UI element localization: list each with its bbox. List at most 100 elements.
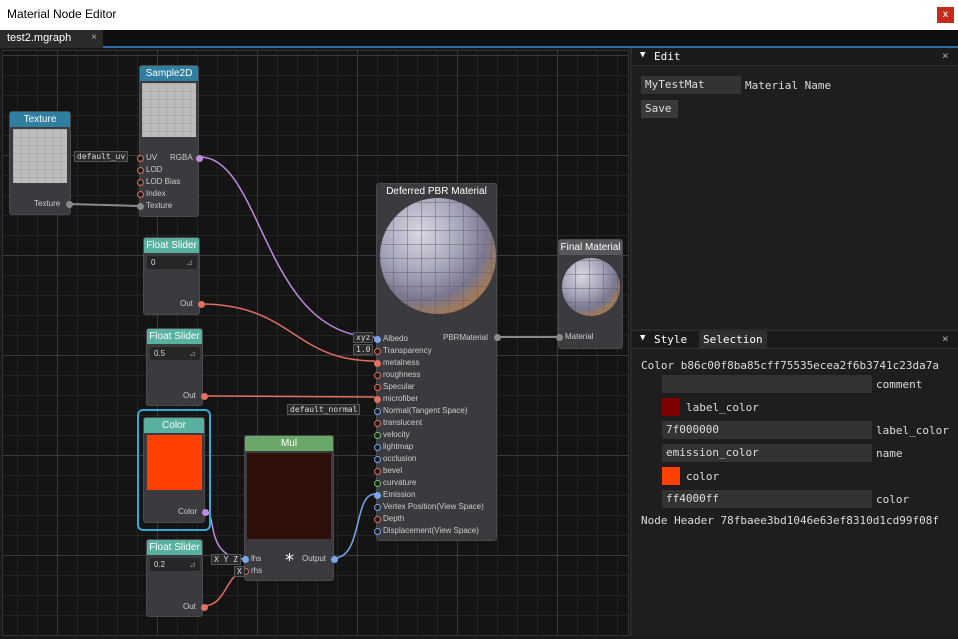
rgba-pin[interactable] [196,155,203,162]
uv-pin[interactable] [137,155,144,162]
float-slider-node-3[interactable]: Float Slider 0.2 ⊿ Out [146,539,208,617]
pbr-input-label: velocity [383,430,410,439]
collapse-icon[interactable]: ▼ [640,50,645,60]
float-slider-input[interactable]: 0.2 ⊿ [150,558,200,571]
close-tab-icon[interactable]: × [91,32,97,43]
pbr-input-pin[interactable] [374,504,381,511]
close-panel-icon[interactable]: × [942,49,949,62]
tab-test2-mgraph[interactable]: test2.mgraph × [0,30,103,48]
default-normal-tag[interactable]: default_normal [287,404,361,415]
tab-label: test2.mgraph [7,32,72,44]
pbr-material-node[interactable]: Deferred PBR Material PBRMaterial Albedo… [374,183,501,541]
material-name-label: Material Name [745,79,832,92]
float-slider-node-1[interactable]: Float Slider 0 ⊿ Out [143,237,205,315]
rgba-label: RGBA [170,153,193,162]
pbr-input-pin[interactable] [374,516,381,523]
pbr-input-pin[interactable] [374,384,381,391]
wire-texture-sample2d [68,203,140,207]
tab-bar: test2.mgraph × [0,30,958,48]
color-input[interactable]: ff4000ff [662,490,872,508]
node-title: Color [144,418,204,433]
color-label: color [876,493,910,506]
pbr-input-pin[interactable] [374,408,381,415]
node-graph-canvas[interactable]: Texture Texture Sample2D UV RGBA LOD LOD… [2,50,629,636]
pbr-input-pin[interactable] [374,444,381,451]
pbr-input-pin[interactable] [374,336,381,343]
float-slider-input[interactable]: 0.5 ⊿ [150,347,200,360]
pbr-preview-sphere [380,198,496,314]
pbr-output-pin[interactable] [494,334,501,341]
pbr-input-pin[interactable] [374,480,381,487]
float-slider-node-2[interactable]: Float Slider 0.5 ⊿ Out [146,328,208,406]
style-panel: ▼ Style Selection × Color b86c00f8ba85cf… [630,329,958,636]
pbr-input-label: microfiber [383,394,419,403]
out-pin[interactable] [201,604,208,611]
texture-in-pin[interactable] [137,203,144,210]
texture-out-label: Texture [34,199,61,208]
float-slider-input[interactable]: 0 ⊿ [147,256,197,269]
pbr-input-pin[interactable] [374,492,381,499]
out-pin[interactable] [201,393,208,400]
save-button[interactable]: Save [641,100,678,118]
tab-style[interactable]: Style [654,333,687,346]
default-uv-tag[interactable]: default_uv [74,151,129,162]
label-color-swatch[interactable] [662,398,680,416]
pbr-input-pin[interactable] [374,528,381,535]
final-material-node[interactable]: Final Material Material [556,239,623,349]
pbr-input-label: roughness [383,370,421,379]
index-pin[interactable] [137,191,144,198]
float-slider-value: 0 [151,258,156,267]
color-node[interactable]: Color Color [143,417,209,523]
pbr-input-label: curvature [383,478,417,487]
texture-node[interactable]: Texture Texture [9,111,73,215]
sample2d-node[interactable]: Sample2D UV RGBA LOD LOD Bias Index Text… [137,65,203,217]
color-hash-line: Color b86c00f8ba85cff75535ecea2f6b3741c2… [641,359,940,372]
label-color-input[interactable]: 7f000000 [662,421,872,439]
output-pin[interactable] [331,556,338,563]
albedo-xyz-tag[interactable]: xyz [353,332,374,343]
name-input[interactable]: emission_color [662,444,872,462]
mul-node[interactable]: Mul lhs rhs * Output [242,435,338,581]
lhs-label: lhs [251,554,262,563]
title-bar: Material Node Editor x [0,0,958,30]
material-in-pin[interactable] [556,334,563,341]
texture-out-pin[interactable] [66,201,73,208]
close-panel-icon[interactable]: × [942,332,949,345]
rhs-x-tag[interactable]: X [234,566,245,577]
color-preview[interactable] [147,435,202,490]
node-title: Float Slider [144,238,199,253]
window-title: Material Node Editor [7,7,117,21]
uv-label: UV [146,153,158,162]
close-window-button[interactable]: x [937,7,954,23]
tab-selection[interactable]: Selection [699,331,767,349]
pbr-input-label: translucent [383,418,423,427]
material-in-label: Material [565,332,594,341]
pbr-input-pin[interactable] [374,468,381,475]
pbr-input-label: Emission [383,490,416,499]
pbr-input-label: Depth [383,514,405,523]
out-label: Out [180,299,193,308]
lod-pin[interactable] [137,167,144,174]
pbr-input-label: bevel [383,466,403,475]
color-swatch[interactable] [662,467,680,485]
transparency-tag[interactable]: 1.0 [353,344,374,355]
pbr-input-pin[interactable] [374,420,381,427]
color-out-pin[interactable] [202,509,209,516]
lod-bias-pin[interactable] [137,179,144,186]
pbr-input-label: Albedo [383,334,408,343]
pbr-input-pin[interactable] [374,372,381,379]
lhs-pin[interactable] [242,556,249,563]
material-name-input[interactable]: MyTestMat [641,76,741,94]
pbr-input-pin[interactable] [374,348,381,355]
pbr-input-pin[interactable] [374,432,381,439]
collapse-icon[interactable]: ▼ [640,333,645,343]
node-title: Final Material [559,240,622,255]
pbr-input-pin[interactable] [374,456,381,463]
pbr-output-label: PBRMaterial [443,333,488,342]
sample2d-preview [142,83,196,137]
pbr-input-pin[interactable] [374,396,381,403]
out-pin[interactable] [198,301,205,308]
pbr-input-pin[interactable] [374,360,381,367]
lhs-xyz-tag[interactable]: X Y Z [211,554,242,565]
comment-input[interactable] [662,375,872,393]
